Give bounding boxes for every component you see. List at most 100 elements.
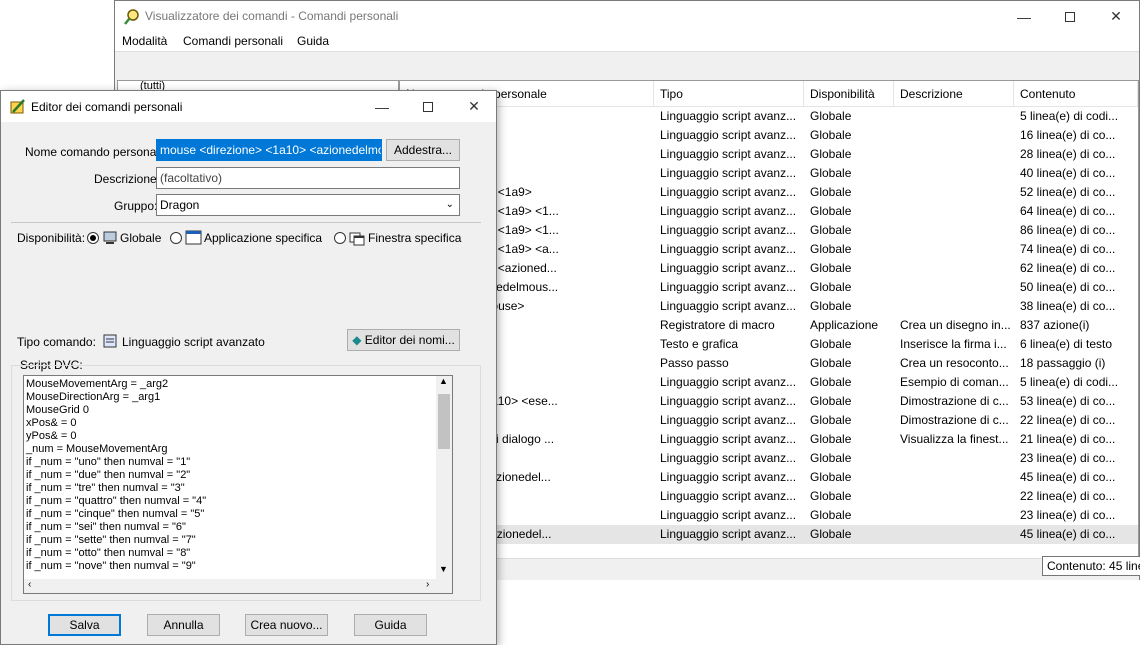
cell-type: Linguaggio script avanz... <box>660 204 797 218</box>
scroll-up-icon[interactable]: ▲ <box>439 376 448 386</box>
table-row[interactable]: ript <samples_1a10> <ese...Linguaggio sc… <box>400 392 1138 411</box>
menu-bar: Modalità Comandi personali Guida <box>115 32 1139 52</box>
content-tooltip: Contenuto: 45 linee <box>1042 556 1140 576</box>
commands-list[interactable]: Nome comando personale Tipo Disponibilit… <box>399 80 1139 580</box>
table-row[interactable]: nedelmouse>Linguaggio script avanz...Glo… <box>400 487 1138 506</box>
radio-globale[interactable] <box>87 232 99 244</box>
column-header-type[interactable]: Tipo <box>654 81 804 107</box>
group-select[interactable]: Dragon ⌄ <box>156 194 460 216</box>
table-row[interactable]: ouse>Linguaggio script avanz...Globale5 … <box>400 107 1138 126</box>
cell-type: Linguaggio script avanz... <box>660 223 797 237</box>
list-header: Nome comando personale Tipo Disponibilit… <box>400 81 1138 107</box>
cell-type: Linguaggio script avanz... <box>660 280 797 294</box>
table-row[interactable]: ioneRegistratore di macroApplicazioneCre… <box>400 316 1138 335</box>
cell-desc <box>894 468 1014 487</box>
dialog-maximize-button[interactable] <box>405 91 451 122</box>
table-row[interactable]: ione> <1a10>Linguaggio script avanz...Gl… <box>400 506 1138 525</box>
custom-command-editor-dialog: Editor dei comandi personali — ✕ Nome co… <box>0 90 497 645</box>
script-editor[interactable]: MouseMovementArg = _arg2 MouseDirectionAr… <box>23 375 453 594</box>
horizontal-scrollbar[interactable] <box>399 558 1139 580</box>
cell-avail: Globale <box>810 185 852 199</box>
save-button[interactable]: Salva <box>48 614 121 636</box>
scrollbar-thumb[interactable] <box>438 394 450 449</box>
title-bar[interactable]: Visualizzatore dei comandi - Comandi per… <box>115 1 1139 32</box>
maximize-button[interactable] <box>1047 1 1093 32</box>
table-row[interactable]: 9>Linguaggio script avanz...Globale16 li… <box>400 126 1138 145</box>
table-row[interactable]: ript per finestra di dialogo ...Linguagg… <box>400 430 1138 449</box>
radio-applicazione-specifica[interactable] <box>170 232 182 244</box>
menu-guida[interactable]: Guida <box>297 34 329 48</box>
vertical-scrollbar[interactable]: ▲ ▼ <box>436 376 452 579</box>
table-row[interactable]: 9> <azionedelmouse>Linguaggio script ava… <box>400 297 1138 316</box>
table-row[interactable]: ript di oggettoLinguaggio script avanz..… <box>400 411 1138 430</box>
scroll-down-icon[interactable]: ▼ <box>439 564 448 574</box>
scroll-left-icon[interactable]: ‹ <box>28 579 31 590</box>
minimize-button[interactable]: — <box>1001 1 1047 32</box>
table-row[interactable]: 9> <1a9> <1a9> <1a9> <a...Linguaggio scr… <box>400 240 1138 259</box>
cell-content: 86 linea(e) di co... <box>1020 223 1116 237</box>
description-label: Descrizione: <box>94 172 161 186</box>
cell-desc <box>894 202 1014 221</box>
cell-avail: Globale <box>810 527 852 541</box>
close-button[interactable]: ✕ <box>1093 1 1139 32</box>
names-editor-button[interactable]: ◆ Editor dei nomi... <box>347 329 460 351</box>
cell-content: 50 linea(e) di co... <box>1020 280 1116 294</box>
minimize-icon: — <box>375 98 389 115</box>
dialog-title-bar[interactable]: Editor dei comandi personali — ✕ <box>1 91 496 122</box>
cell-type: Testo e grafica <box>660 337 739 351</box>
scroll-right-icon[interactable]: › <box>426 579 429 590</box>
option-globale-label[interactable]: Globale <box>120 231 161 245</box>
cell-avail: Globale <box>810 261 852 275</box>
option-applicazione-label[interactable]: Applicazione specifica <box>204 231 322 245</box>
column-header-description[interactable]: Descrizione <box>894 81 1014 107</box>
help-button[interactable]: Guida <box>354 614 427 636</box>
table-row[interactable]: riptLinguaggio script avanz...GlobaleEse… <box>400 373 1138 392</box>
script-icon <box>103 334 117 348</box>
table-row[interactable]: 9> <1a9> <1a9>Linguaggio script avanz...… <box>400 164 1138 183</box>
horizontal-scrollbar[interactable]: ‹ › <box>24 579 452 593</box>
table-row[interactable]: > <direzione> <azionedel...Linguaggio sc… <box>400 468 1138 487</box>
create-new-button[interactable]: Crea nuovo... <box>245 614 328 636</box>
column-header-content[interactable]: Contenuto <box>1014 81 1138 107</box>
table-row[interactable]: 9> <1a9> <azionedelmous...Linguaggio scr… <box>400 278 1138 297</box>
cancel-button[interactable]: Annulla <box>147 614 220 636</box>
maximize-icon <box>1065 11 1075 22</box>
table-row[interactable]: 9> <1a9> <1a9> <azioned...Linguaggio scr… <box>400 259 1138 278</box>
table-row[interactable]: ione> <1a10> <azionedel...Linguaggio scr… <box>400 525 1138 544</box>
cell-type: Linguaggio script avanz... <box>660 489 797 503</box>
window-title: Visualizzatore dei comandi - Comandi per… <box>145 9 399 23</box>
cell-avail: Globale <box>810 109 852 123</box>
cell-avail: Globale <box>810 204 852 218</box>
cell-avail: Globale <box>810 166 852 180</box>
option-finestra-label[interactable]: Finestra specifica <box>368 231 461 245</box>
table-row[interactable]: 9> <1a9>Linguaggio script avanz...Global… <box>400 145 1138 164</box>
table-row[interactable]: > <direzione>Linguaggio script avanz...G… <box>400 449 1138 468</box>
dialog-minimize-button[interactable]: — <box>359 91 405 122</box>
cell-type: Linguaggio script avanz... <box>660 451 797 465</box>
cell-type: Linguaggio script avanz... <box>660 299 797 313</box>
cell-avail: Globale <box>810 508 852 522</box>
group-value: Dragon <box>160 198 200 212</box>
table-row[interactable]: sso passoPasso passoGlobaleCrea un resoc… <box>400 354 1138 373</box>
train-button[interactable]: Addestra... <box>386 139 460 161</box>
cell-content: 53 linea(e) di co... <box>1020 394 1116 408</box>
cell-content: 18 passaggio (i) <box>1020 356 1106 370</box>
cell-content: 21 linea(e) di co... <box>1020 432 1116 446</box>
cell-type: Linguaggio script avanz... <box>660 432 797 446</box>
menu-modalita[interactable]: Modalità <box>122 34 167 48</box>
column-header-availability[interactable]: Disponibilità <box>804 81 894 107</box>
cell-avail: Globale <box>810 128 852 142</box>
table-row[interactable]: maTesto e graficaGlobaleInserisce la fir… <box>400 335 1138 354</box>
table-row[interactable]: 9> <1a9> <1a9> <1a9>Linguaggio script av… <box>400 183 1138 202</box>
cell-avail: Globale <box>810 489 852 503</box>
table-row[interactable]: 9> <1a9> <1a9> <1a9> <1...Linguaggio scr… <box>400 202 1138 221</box>
menu-comandi-personali[interactable]: Comandi personali <box>183 34 283 48</box>
radio-finestra-specifica[interactable] <box>334 232 346 244</box>
cell-content: 23 linea(e) di co... <box>1020 451 1116 465</box>
dialog-title: Editor dei comandi personali <box>31 100 183 114</box>
command-name-input[interactable]: mouse <direzione> <1a10> <azionedelmouse… <box>156 139 382 161</box>
description-input[interactable]: (facoltativo) <box>156 167 460 189</box>
cell-type: Linguaggio script avanz... <box>660 261 797 275</box>
table-row[interactable]: 9> <1a9> <1a9> <1a9> <1...Linguaggio scr… <box>400 221 1138 240</box>
dialog-close-button[interactable]: ✕ <box>451 91 497 122</box>
